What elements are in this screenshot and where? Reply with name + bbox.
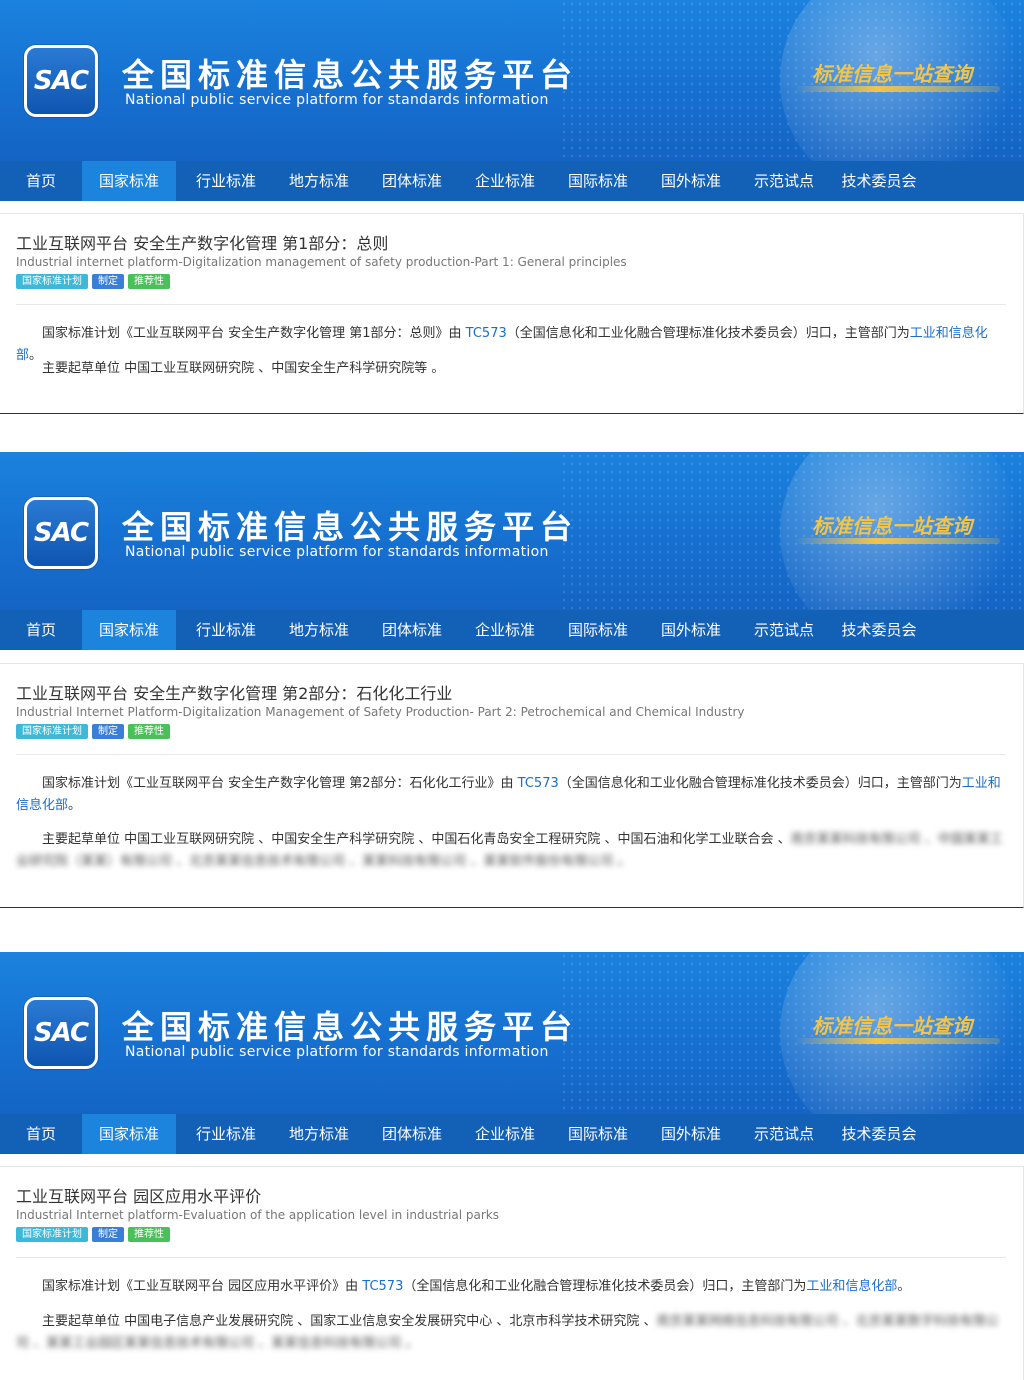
nav-item-demo-pilots[interactable]: 示范试点 <box>734 1114 834 1154</box>
standard-description: 国家标准计划《工业互联网平台 安全生产数字化管理 第2部分：石化化工行业》由 T… <box>16 776 1001 813</box>
nav-item-tech-committees[interactable]: 技术委员会 <box>834 161 924 201</box>
standard-record-card: 工业互联网平台 安全生产数字化管理 第1部分：总则 Industrial int… <box>0 213 1024 414</box>
nav-item-national-standards[interactable]: 国家标准 <box>82 161 176 201</box>
standard-record-card: 工业互联网平台 安全生产数字化管理 第2部分：石化化工行业 Industrial… <box>0 663 1024 908</box>
badge-national-plan: 国家标准计划 <box>16 1227 88 1242</box>
nav-item-home[interactable]: 首页 <box>0 610 82 650</box>
site-title: 全国标准信息公共服务平台 <box>122 508 579 546</box>
nav-item-industry-standards[interactable]: 行业标准 <box>176 610 276 650</box>
standard-record-card: 工业互联网平台 园区应用水平评价 Industrial Internet pla… <box>0 1166 1024 1380</box>
tc-link[interactable]: TC573 <box>518 776 559 791</box>
nav-item-foreign-standards[interactable]: 国外标准 <box>648 610 734 650</box>
sac-logo[interactable]: SAC <box>24 997 98 1069</box>
nav-item-international-standards[interactable]: 国际标准 <box>548 610 648 650</box>
badge-national-plan: 国家标准计划 <box>16 274 88 289</box>
drafting-units: 主要起草单位 中国工业互联网研究院 、中国安全生产科学研究院等 。 <box>42 361 445 376</box>
screenshot-block-3: SAC 全国标准信息公共服务平台 National public service… <box>0 952 1024 1380</box>
main-nav: 首页 国家标准 行业标准 地方标准 团体标准 企业标准 国际标准 国外标准 示范… <box>0 161 1024 201</box>
nav-item-home[interactable]: 首页 <box>0 161 82 201</box>
badge-formulate: 制定 <box>92 724 124 739</box>
nav-item-tech-committees[interactable]: 技术委员会 <box>834 1114 924 1154</box>
nav-item-industry-standards[interactable]: 行业标准 <box>176 1114 276 1154</box>
department-link[interactable]: 工业和信息化部 <box>806 1279 897 1294</box>
nav-item-international-standards[interactable]: 国际标准 <box>548 161 648 201</box>
site-banner: SAC 全国标准信息公共服务平台 National public service… <box>0 0 1024 161</box>
nav-item-local-standards[interactable]: 地方标准 <box>276 1114 362 1154</box>
divider <box>16 1257 1006 1258</box>
nav-item-international-standards[interactable]: 国际标准 <box>548 1114 648 1154</box>
badge-recommended: 推荐性 <box>128 1227 170 1242</box>
standard-title-cn: 工业互联网平台 园区应用水平评价 <box>16 1187 262 1206</box>
badge-national-plan: 国家标准计划 <box>16 724 88 739</box>
tc-link[interactable]: TC573 <box>466 326 507 341</box>
main-nav: 首页 国家标准 行业标准 地方标准 团体标准 企业标准 国际标准 国外标准 示范… <box>0 1114 1024 1154</box>
tc-link[interactable]: TC573 <box>362 1279 403 1294</box>
status-badges: 国家标准计划 制定 推荐性 <box>16 724 170 739</box>
site-title: 全国标准信息公共服务平台 <box>122 56 579 94</box>
site-banner: SAC 全国标准信息公共服务平台 National public service… <box>0 452 1024 610</box>
slogan-swoosh <box>795 1038 1000 1044</box>
standard-title-cn: 工业互联网平台 安全生产数字化管理 第1部分：总则 <box>16 234 389 253</box>
site-slogan: 标准信息一站查询 <box>812 62 972 86</box>
standard-title-cn: 工业互联网平台 安全生产数字化管理 第2部分：石化化工行业 <box>16 684 453 703</box>
nav-item-foreign-standards[interactable]: 国外标准 <box>648 161 734 201</box>
nav-item-group-standards[interactable]: 团体标准 <box>362 1114 462 1154</box>
screenshot-block-1: SAC 全国标准信息公共服务平台 National public service… <box>0 0 1024 414</box>
standard-title-en: Industrial Internet Platform-Digitalizat… <box>16 705 745 719</box>
slogan-swoosh <box>795 86 1000 92</box>
site-subtitle: National public service platform for sta… <box>125 544 549 560</box>
badge-recommended: 推荐性 <box>128 274 170 289</box>
site-slogan: 标准信息一站查询 <box>812 514 972 538</box>
divider <box>16 304 1006 305</box>
main-nav: 首页 国家标准 行业标准 地方标准 团体标准 企业标准 国际标准 国外标准 示范… <box>0 610 1024 650</box>
nav-item-demo-pilots[interactable]: 示范试点 <box>734 610 834 650</box>
nav-item-foreign-standards[interactable]: 国外标准 <box>648 1114 734 1154</box>
site-slogan: 标准信息一站查询 <box>812 1014 972 1038</box>
status-badges: 国家标准计划 制定 推荐性 <box>16 274 170 289</box>
nav-item-national-standards[interactable]: 国家标准 <box>82 1114 176 1154</box>
screenshot-block-2: SAC 全国标准信息公共服务平台 National public service… <box>0 452 1024 908</box>
standard-title-en: Industrial internet platform-Digitalizat… <box>16 255 627 269</box>
standard-title-en: Industrial Internet platform-Evaluation … <box>16 1208 499 1222</box>
drafting-units: 主要起草单位 中国工业互联网研究院 、中国安全生产科学研究院 、中国石化青岛安全… <box>16 832 1003 869</box>
standard-description: 国家标准计划《工业互联网平台 园区应用水平评价》由 TC573（全国信息化和工业… <box>42 1279 911 1294</box>
sac-logo[interactable]: SAC <box>24 497 98 569</box>
site-banner: SAC 全国标准信息公共服务平台 National public service… <box>0 952 1024 1114</box>
badge-recommended: 推荐性 <box>128 724 170 739</box>
nav-item-demo-pilots[interactable]: 示范试点 <box>734 161 834 201</box>
nav-item-home[interactable]: 首页 <box>0 1114 82 1154</box>
status-badges: 国家标准计划 制定 推荐性 <box>16 1227 170 1242</box>
divider <box>16 754 1006 755</box>
nav-item-enterprise-standards[interactable]: 企业标准 <box>462 161 548 201</box>
nav-item-industry-standards[interactable]: 行业标准 <box>176 161 276 201</box>
sac-logo[interactable]: SAC <box>24 45 98 117</box>
badge-formulate: 制定 <box>92 1227 124 1242</box>
nav-item-national-standards[interactable]: 国家标准 <box>82 610 176 650</box>
nav-item-enterprise-standards[interactable]: 企业标准 <box>462 1114 548 1154</box>
nav-item-enterprise-standards[interactable]: 企业标准 <box>462 610 548 650</box>
slogan-swoosh <box>795 538 1000 544</box>
site-title: 全国标准信息公共服务平台 <box>122 1008 579 1046</box>
nav-item-group-standards[interactable]: 团体标准 <box>362 161 462 201</box>
nav-item-local-standards[interactable]: 地方标准 <box>276 161 362 201</box>
badge-formulate: 制定 <box>92 274 124 289</box>
nav-item-local-standards[interactable]: 地方标准 <box>276 610 362 650</box>
site-subtitle: National public service platform for sta… <box>125 92 549 108</box>
nav-item-tech-committees[interactable]: 技术委员会 <box>834 610 924 650</box>
site-subtitle: National public service platform for sta… <box>125 1044 549 1060</box>
drafting-units: 主要起草单位 中国电子信息产业发展研究院 、国家工业信息安全发展研究中心 、北京… <box>16 1314 999 1351</box>
nav-item-group-standards[interactable]: 团体标准 <box>362 610 462 650</box>
